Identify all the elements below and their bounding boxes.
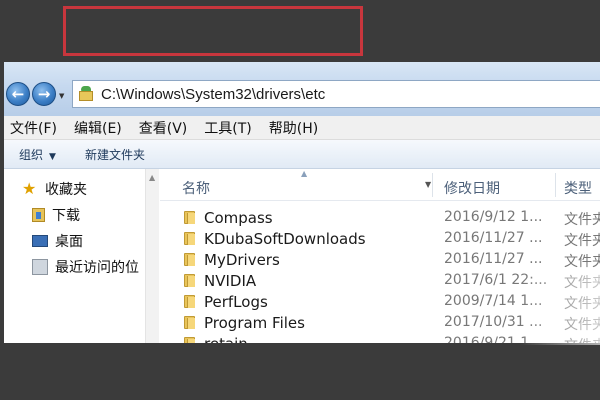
star-icon: ★: [22, 179, 37, 198]
menu-bar: 文件(F) 编辑(E) 查看(V) 工具(T) 帮助(H): [4, 116, 600, 140]
explorer-window: ← → ▼ C:\Windows\System32\drivers\etc 文件…: [4, 62, 600, 343]
menu-help[interactable]: 帮助(H): [269, 118, 318, 138]
address-bar[interactable]: C:\Windows\System32\drivers\etc: [72, 80, 600, 108]
file-type: 文件夹: [564, 335, 600, 343]
table-row[interactable]: retain 2016/9/21 1... 文件夹: [160, 333, 600, 343]
folder-icon: [184, 316, 195, 329]
history-chevron-down-icon[interactable]: ▼: [59, 92, 64, 100]
folder-icon: [184, 211, 195, 224]
nav-item-favorites[interactable]: ★ 收藏夹: [22, 179, 87, 199]
file-name: Program Files: [204, 314, 305, 332]
table-row[interactable]: MyDrivers 2016/11/27 ... 文件夹: [160, 249, 600, 270]
nav-item-recent-places[interactable]: 最近访问的位: [32, 257, 139, 277]
folder-icon: [184, 232, 195, 245]
file-name: retain: [204, 335, 248, 343]
folder-icon: [184, 274, 195, 287]
file-date: 2016/11/27 ...: [444, 230, 543, 246]
column-header-row: ▲ 名称 ▼ 修改日期 类型: [160, 169, 600, 201]
table-row[interactable]: PerfLogs 2009/7/14 1... 文件夹: [160, 291, 600, 312]
back-arrow-icon: ←: [11, 84, 25, 103]
file-type: 文件夹: [564, 296, 600, 312]
file-list: ▲ 名称 ▼ 修改日期 类型 Compass 2016/9/12 1... 文件…: [160, 169, 600, 343]
recent-places-icon: [32, 259, 48, 275]
column-header-name[interactable]: 名称: [182, 178, 210, 198]
file-date: 2017/6/1 22:...: [444, 272, 548, 288]
file-type: 文件夹: [564, 233, 600, 249]
menu-edit[interactable]: 编辑(E): [74, 118, 122, 138]
nav-item-desktop[interactable]: 桌面: [32, 231, 83, 251]
folder-network-icon: [78, 85, 96, 103]
file-date: 2016/11/27 ...: [444, 251, 543, 267]
nav-item-label: 下载: [52, 208, 80, 224]
address-region: ← → ▼ C:\Windows\System32\drivers\etc: [4, 62, 600, 116]
table-row[interactable]: KDubaSoftDownloads 2016/11/27 ... 文件夹: [160, 228, 600, 249]
screenshot: ← → ▼ C:\Windows\System32\drivers\etc 文件…: [0, 0, 600, 400]
folder-icon: [184, 295, 195, 308]
file-date: 2017/10/31 ...: [444, 314, 543, 330]
background-bottom: [0, 343, 600, 400]
table-row[interactable]: Compass 2016/9/12 1... 文件夹: [160, 207, 600, 228]
table-row[interactable]: Program Files 2017/10/31 ... 文件夹: [160, 312, 600, 333]
table-row[interactable]: NVIDIA 2017/6/1 22:... 文件夹: [160, 270, 600, 291]
menu-file[interactable]: 文件(F): [10, 118, 57, 138]
back-button[interactable]: ←: [6, 82, 30, 106]
address-path[interactable]: C:\Windows\System32\drivers\etc: [101, 86, 325, 103]
forward-arrow-icon: →: [37, 84, 51, 103]
downloads-folder-icon: [32, 208, 45, 222]
column-divider[interactable]: [432, 173, 433, 197]
nav-item-label: 收藏夹: [45, 182, 87, 198]
nav-item-downloads[interactable]: 下载: [32, 205, 80, 225]
file-name: KDubaSoftDownloads: [204, 230, 366, 248]
nav-item-label: 桌面: [55, 234, 83, 250]
column-header-type[interactable]: 类型: [564, 178, 592, 198]
menu-tools[interactable]: 工具(T): [204, 118, 251, 138]
scroll-up-icon[interactable]: ▲: [149, 173, 155, 182]
organize-label: 组织: [19, 147, 44, 162]
new-folder-button[interactable]: 新建文件夹: [85, 146, 145, 163]
nav-item-label: 最近访问的位: [55, 260, 139, 276]
sort-indicator-icon: ▲: [301, 169, 308, 178]
file-type: 文件夹: [564, 254, 600, 270]
file-name: MyDrivers: [204, 251, 280, 269]
column-divider[interactable]: [555, 173, 556, 197]
file-name: NVIDIA: [204, 272, 257, 290]
folder-icon: [184, 253, 195, 266]
nav-scrollbar[interactable]: ▲: [145, 169, 159, 343]
command-toolbar: 组织 ▼ 新建文件夹: [4, 140, 600, 169]
file-date: 2009/7/14 1...: [444, 293, 543, 309]
file-type: 文件夹: [564, 317, 600, 333]
column-filter-chevron-icon[interactable]: ▼: [425, 180, 431, 189]
file-name: PerfLogs: [204, 293, 268, 311]
navigation-pane: ★ 收藏夹 下载 桌面 最近访问的位 ▲: [4, 169, 159, 343]
file-date: 2016/9/21 1...: [444, 335, 543, 343]
file-date: 2016/9/12 1...: [444, 209, 543, 225]
column-header-date[interactable]: 修改日期: [444, 178, 500, 198]
background-top: [0, 0, 600, 62]
desktop-icon: [32, 235, 48, 247]
folder-icon: [184, 337, 195, 343]
file-name: Compass: [204, 209, 273, 227]
organize-button[interactable]: 组织 ▼: [19, 146, 56, 163]
menu-view[interactable]: 查看(V): [139, 118, 188, 138]
chevron-down-icon: ▼: [49, 151, 56, 162]
file-type: 文件夹: [564, 275, 600, 291]
file-type: 文件夹: [564, 212, 600, 228]
forward-button[interactable]: →: [32, 82, 56, 106]
